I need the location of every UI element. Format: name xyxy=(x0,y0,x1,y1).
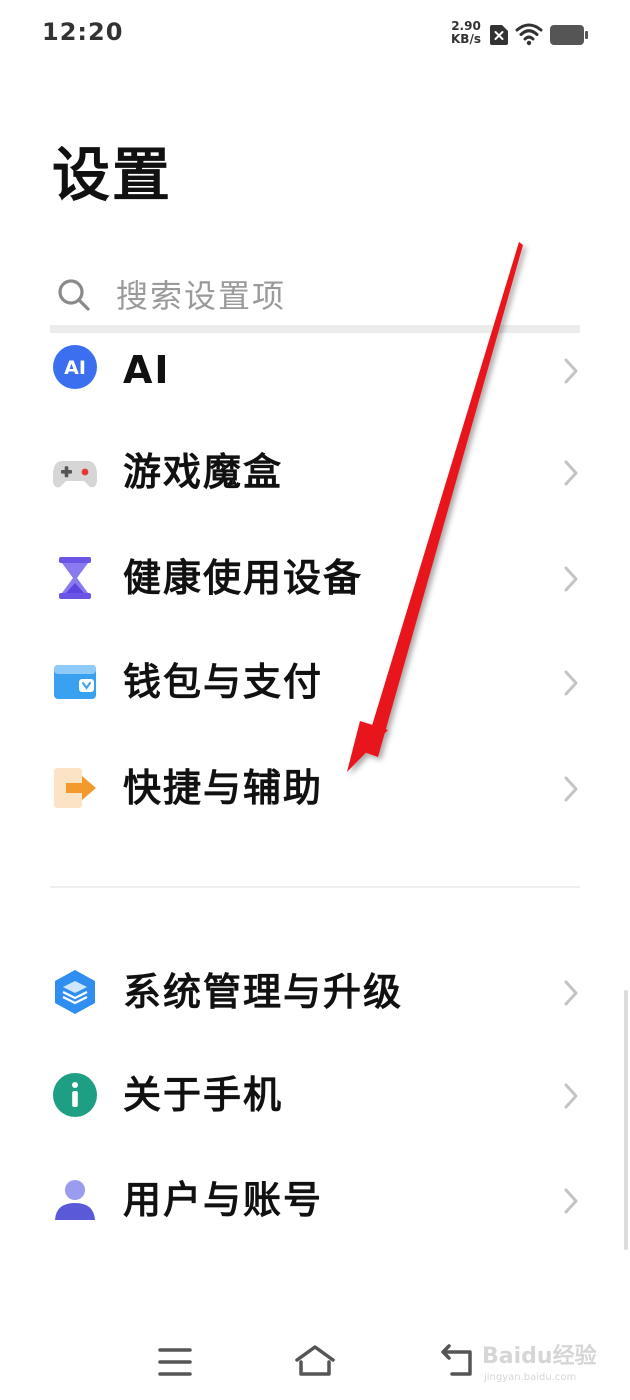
battery-icon xyxy=(550,25,588,45)
chevron-right-icon xyxy=(564,358,578,384)
search-bar[interactable]: 搜索设置项 xyxy=(52,265,580,325)
settings-item-label: 钱包与支付 xyxy=(123,660,324,704)
ai-icon-text: AI xyxy=(64,357,86,379)
user-icon xyxy=(55,1180,95,1220)
status-time: 12:20 xyxy=(42,18,124,46)
page-title: 设置 xyxy=(52,141,173,209)
baidu-watermark: Baidu经验 jingyan.baidu.com xyxy=(482,1330,612,1390)
settings-item-label: 系统管理与升级 xyxy=(123,970,404,1014)
home-icon[interactable] xyxy=(290,1340,340,1384)
watermark-text: Baidu经验 xyxy=(482,1344,597,1369)
chevron-right-icon xyxy=(564,1188,578,1214)
group-divider xyxy=(50,886,580,888)
settings-item-wallet-payment[interactable]: 钱包与支付 xyxy=(0,632,630,732)
settings-item-label: 关于手机 xyxy=(123,1073,284,1117)
shortcut-icon xyxy=(54,768,96,808)
no-sim-icon xyxy=(490,25,508,45)
settings-item-about-phone[interactable]: 关于手机 xyxy=(0,1045,630,1145)
settings-item-label: 游戏魔盒 xyxy=(123,450,284,494)
watermark-url: jingyan.baidu.com xyxy=(484,1372,577,1383)
wifi-icon xyxy=(515,23,543,46)
settings-item-shortcut-assist[interactable]: 快捷与辅助 xyxy=(0,738,630,838)
info-icon xyxy=(53,1073,97,1117)
settings-item-label: 用户与账号 xyxy=(123,1178,324,1222)
chevron-right-icon xyxy=(564,670,578,696)
settings-item-ai[interactable]: AI AI xyxy=(0,320,630,420)
hourglass-icon xyxy=(59,557,91,599)
network-speed: 2.90 KB/s xyxy=(446,20,486,46)
chevron-right-icon xyxy=(564,980,578,1006)
settings-item-system-management[interactable]: 系统管理与升级 xyxy=(0,942,630,1042)
settings-item-label: AI xyxy=(123,348,171,392)
chevron-right-icon xyxy=(564,1083,578,1109)
wallet-icon xyxy=(54,665,96,699)
network-speed-unit: KB/s xyxy=(451,32,481,46)
scroll-indicator xyxy=(624,990,628,1250)
menu-icon[interactable] xyxy=(150,1340,200,1384)
status-bar: 12:20 2.90 KB/s xyxy=(0,0,630,70)
layers-icon xyxy=(55,970,95,1014)
back-icon[interactable] xyxy=(432,1340,482,1384)
chevron-right-icon xyxy=(564,460,578,486)
chevron-right-icon xyxy=(564,566,578,592)
search-icon xyxy=(58,279,90,311)
settings-item-label: 快捷与辅助 xyxy=(123,766,324,810)
gamepad-icon xyxy=(53,461,97,488)
chevron-right-icon xyxy=(564,776,578,802)
settings-item-game-box[interactable]: 游戏魔盒 xyxy=(0,422,630,522)
settings-item-label: 健康使用设备 xyxy=(123,556,364,600)
search-input[interactable]: 搜索设置项 xyxy=(116,271,286,317)
settings-item-healthy-usage[interactable]: 健康使用设备 xyxy=(0,528,630,628)
ai-icon: AI xyxy=(53,345,97,389)
settings-item-user-account[interactable]: 用户与账号 xyxy=(0,1150,630,1250)
